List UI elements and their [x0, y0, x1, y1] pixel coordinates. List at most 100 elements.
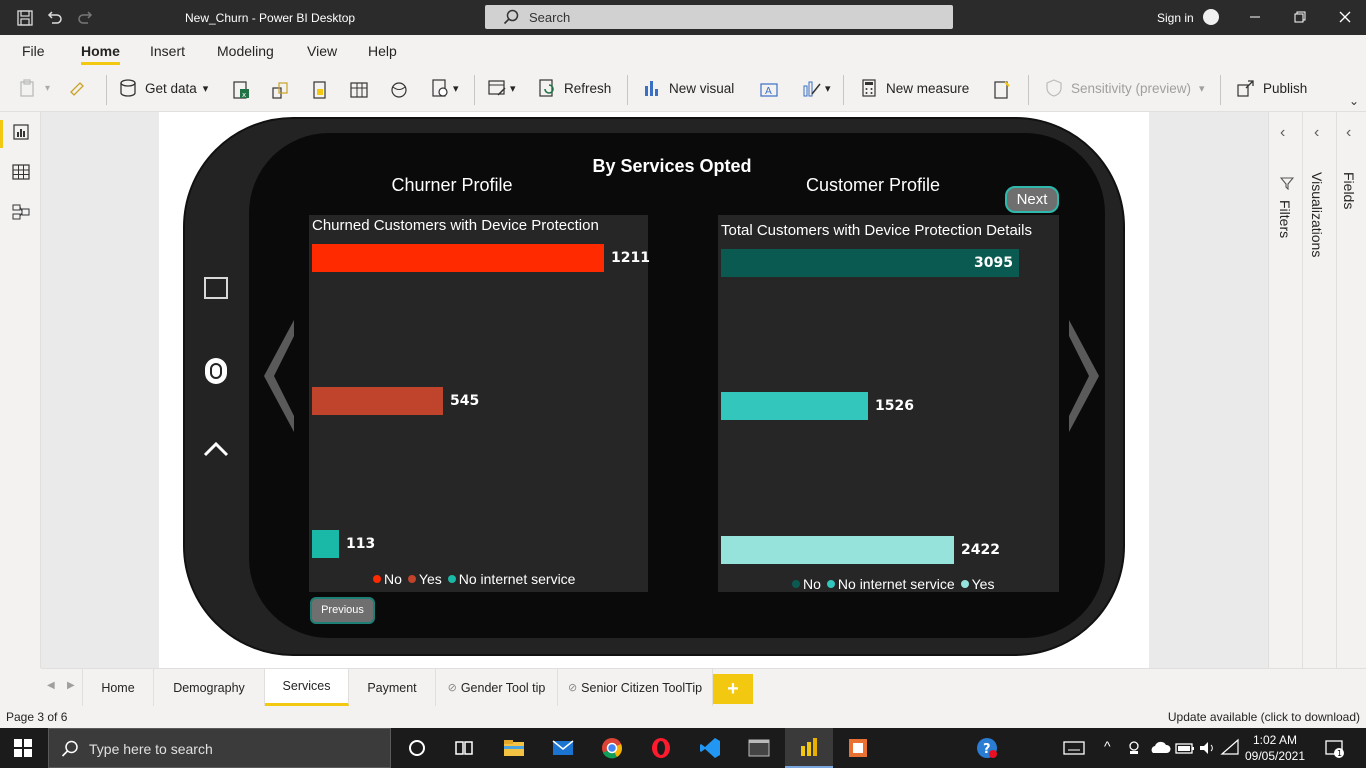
battery-icon[interactable] — [1173, 736, 1197, 760]
fields-pane[interactable]: ‹ Fields — [1336, 112, 1366, 668]
get-data-button[interactable]: Get data ▾ — [118, 78, 208, 98]
transform-menu-button[interactable]: ▾ — [487, 78, 516, 98]
title-search-box[interactable]: Search — [485, 5, 953, 29]
quick-measure-icon[interactable] — [991, 80, 1011, 100]
previous-button[interactable]: Previous — [310, 597, 375, 624]
bar-yes[interactable] — [312, 387, 443, 415]
redo-icon[interactable] — [76, 9, 94, 27]
vscode-icon[interactable] — [698, 736, 722, 760]
file-explorer-icon[interactable] — [502, 736, 526, 760]
chevron-right-icon[interactable] — [1067, 318, 1101, 434]
terminal-icon[interactable] — [747, 736, 771, 760]
sensitivity-button[interactable]: Sensitivity (preview) ▾ — [1044, 78, 1205, 98]
dataset-icon[interactable] — [270, 80, 290, 100]
system-clock[interactable]: 1:02 AM 09/05/2021 — [1240, 732, 1310, 764]
opera-icon[interactable] — [649, 736, 673, 760]
model-view-icon[interactable] — [11, 202, 31, 222]
paste-button[interactable]: ▾ — [18, 78, 50, 98]
dataflow-icon[interactable] — [310, 80, 330, 100]
filters-label: Filters — [1277, 200, 1293, 239]
legend-item-yes[interactable]: Yes — [960, 576, 995, 592]
undo-icon[interactable] — [46, 9, 64, 27]
ribbon-separator — [1028, 75, 1029, 105]
windows-taskbar: Type here to search ? ^ 1:02 AM 09/05/20… — [0, 728, 1366, 768]
tab-services[interactable]: Services — [265, 669, 349, 706]
save-icon[interactable] — [16, 9, 34, 27]
bar-no[interactable] — [312, 244, 604, 272]
menu-modeling[interactable]: Modeling — [217, 43, 274, 59]
report-view-icon[interactable] — [11, 122, 31, 142]
legend-item-yes[interactable]: Yes — [407, 571, 442, 587]
volume-icon[interactable] — [1196, 736, 1220, 760]
visualizations-pane[interactable]: ‹ Visualizations — [1302, 112, 1336, 668]
onedrive-icon[interactable] — [1148, 736, 1172, 760]
legend-item-no[interactable]: No — [373, 571, 402, 587]
new-visual-button[interactable]: New visual — [642, 78, 734, 98]
menu-home[interactable]: Home — [81, 43, 120, 59]
windows-start-icon[interactable] — [13, 738, 33, 758]
tab-gender-tool-tip[interactable]: ⊘ Gender Tool tip — [436, 669, 558, 706]
tab-home[interactable]: Home — [82, 669, 154, 706]
recent-sources-icon[interactable] — [389, 80, 409, 100]
bar-no-internet-service[interactable] — [721, 392, 868, 420]
churned-device-protection-chart[interactable]: Churned Customers with Device Protection… — [309, 215, 650, 592]
taskbar-search-box[interactable]: Type here to search — [48, 728, 391, 768]
publish-button[interactable]: Publish — [1236, 78, 1307, 98]
cortana-icon[interactable] — [405, 736, 429, 760]
bar-yes[interactable] — [721, 536, 954, 564]
more-visuals-button[interactable]: ▾ — [802, 78, 831, 98]
wifi-icon[interactable] — [1218, 736, 1242, 760]
text-box-icon[interactable]: A — [759, 80, 779, 100]
chevron-left-icon[interactable] — [262, 318, 296, 434]
sign-in-link[interactable]: Sign in — [1157, 11, 1194, 25]
powerbi-taskbar-button[interactable] — [785, 728, 833, 768]
close-icon[interactable] — [1336, 8, 1354, 26]
update-available-link[interactable]: Update available (click to download) — [1168, 710, 1360, 724]
refresh-button[interactable]: Refresh — [537, 78, 611, 98]
chevron-left-icon[interactable]: ‹ — [1346, 124, 1351, 142]
sensitivity-label: Sensitivity (preview) — [1071, 80, 1192, 96]
ribbon-collapse-icon[interactable]: ⌄ — [1349, 94, 1359, 108]
new-measure-button[interactable]: New measure — [859, 78, 969, 98]
menu-file[interactable]: File — [22, 43, 45, 59]
tab-scroll-left-icon[interactable]: ◀ — [47, 680, 55, 691]
enter-data-icon[interactable] — [349, 80, 369, 100]
location-icon[interactable] — [1125, 736, 1143, 760]
menu-help[interactable]: Help — [368, 43, 397, 59]
task-view-icon[interactable] — [452, 736, 476, 760]
chrome-icon[interactable] — [600, 736, 624, 760]
help-icon[interactable]: ? — [975, 736, 999, 760]
add-page-button[interactable]: + — [713, 674, 753, 704]
transform-data-button[interactable]: ▾ — [430, 78, 459, 98]
menu-view[interactable]: View — [307, 43, 337, 59]
tab-payment[interactable]: Payment — [349, 669, 436, 706]
format-painter-button[interactable] — [68, 78, 95, 98]
tab-scroll-right-icon[interactable]: ▶ — [67, 680, 75, 691]
restore-icon[interactable] — [1291, 8, 1309, 26]
next-button[interactable]: Next — [1005, 186, 1059, 213]
tab-demography[interactable]: Demography — [154, 669, 265, 706]
paste-icon — [20, 79, 34, 97]
notifications-icon[interactable]: 1 — [1322, 736, 1346, 760]
filters-pane[interactable]: ‹ Filters — [1268, 112, 1302, 668]
data-view-icon[interactable] — [11, 162, 31, 182]
legend-label: Yes — [971, 576, 995, 592]
tray-chevron-up-icon[interactable]: ^ — [1104, 738, 1111, 754]
avatar[interactable] — [1203, 9, 1219, 25]
keyboard-icon[interactable] — [1062, 736, 1086, 760]
menu-insert[interactable]: Insert — [150, 43, 185, 59]
bar-no-internet-service[interactable] — [312, 530, 339, 558]
legend-item-no[interactable]: No — [792, 576, 821, 592]
tab-senior-citizen-tooltip[interactable]: ⊘ Senior Citizen ToolTip — [558, 669, 713, 706]
total-device-protection-chart[interactable]: Total Customers with Device Protection D… — [718, 215, 1059, 592]
app-icon[interactable] — [846, 736, 870, 760]
legend-label: No internet service — [837, 576, 955, 592]
mail-icon[interactable] — [551, 736, 575, 760]
legend-item-no-internet-service[interactable]: No internet service — [826, 576, 955, 592]
chevron-left-icon[interactable]: ‹ — [1280, 124, 1285, 142]
legend-item-no-internet-service[interactable]: No internet service — [447, 571, 575, 587]
excel-icon[interactable]: x — [231, 80, 251, 100]
active-menu-indicator — [81, 62, 120, 65]
minimize-icon[interactable] — [1246, 8, 1264, 26]
chevron-left-icon[interactable]: ‹ — [1314, 124, 1319, 142]
